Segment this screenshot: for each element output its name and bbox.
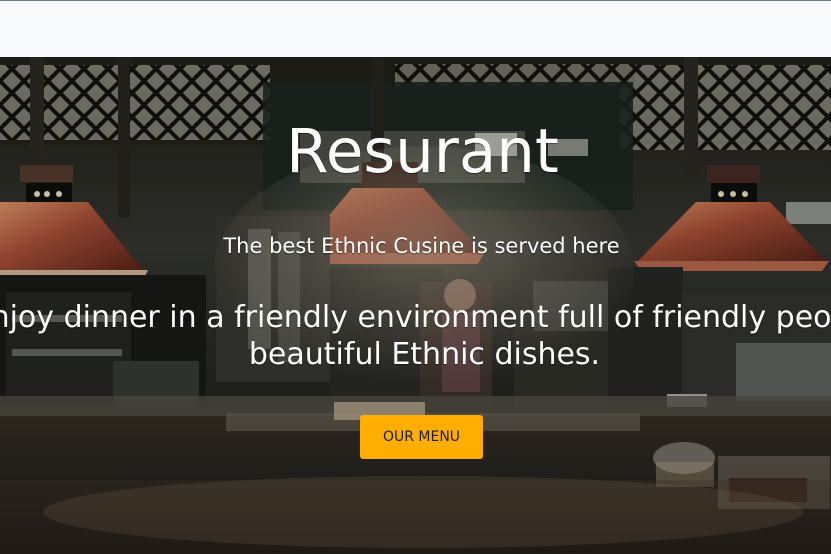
hero-title: Resurant bbox=[286, 116, 559, 187]
hero-tagline-line-1: Enjoy dinner in a friendly environment f… bbox=[0, 300, 831, 335]
our-menu-button[interactable]: OUR MENU bbox=[360, 415, 483, 459]
top-navigation-bar bbox=[0, 0, 831, 57]
hero-tagline-line-2: beautiful Ethnic dishes. bbox=[248, 337, 601, 372]
hero-tagline: Enjoy dinner in a friendly environment f… bbox=[0, 299, 831, 373]
hero-subtitle: The best Ethnic Cusine is served here bbox=[223, 234, 620, 258]
hero-section: Resurant The best Ethnic Cusine is serve… bbox=[0, 57, 831, 554]
